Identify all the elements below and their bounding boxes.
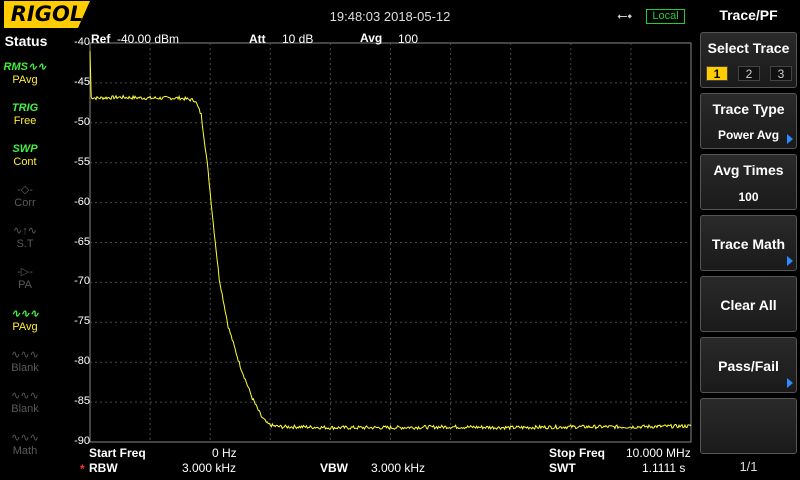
start-freq-value: 0 Hz bbox=[212, 446, 237, 460]
stop-freq-value: 10.000 MHz bbox=[626, 446, 691, 460]
att-label: Att bbox=[249, 32, 266, 46]
vbw-label: VBW bbox=[320, 461, 348, 475]
clear-all-button[interactable]: Clear All bbox=[700, 276, 797, 332]
vbw-value: 3.000 kHz bbox=[371, 461, 426, 475]
trace-1-line bbox=[89, 50, 692, 431]
submenu-arrow-icon bbox=[787, 256, 793, 266]
select-trace-label: Select Trace bbox=[707, 40, 790, 56]
y-tick-label: -75 bbox=[74, 315, 90, 328]
trace-type-button[interactable]: Trace Type Power Avg bbox=[700, 93, 797, 149]
menu-title: Trace/PF bbox=[719, 7, 778, 23]
swt-value: 1.1111 s bbox=[642, 461, 686, 475]
y-tick-label: -65 bbox=[74, 235, 90, 248]
trace-type-value: Power Avg bbox=[717, 128, 780, 142]
avg-label: Avg bbox=[360, 31, 383, 45]
avg-times-button[interactable]: Avg Times 100 bbox=[700, 154, 797, 210]
trace-2-option[interactable]: 2 bbox=[738, 66, 760, 81]
ref-label: Ref bbox=[91, 32, 111, 46]
submenu-arrow-icon bbox=[787, 134, 793, 144]
avg-value: 100 bbox=[398, 32, 419, 46]
y-tick-label: -85 bbox=[74, 395, 90, 408]
trace-math-button[interactable]: Trace Math bbox=[700, 215, 797, 271]
y-tick-label: -50 bbox=[74, 115, 90, 128]
y-tick-label: -80 bbox=[74, 355, 90, 368]
pass-fail-button[interactable]: Pass/Fail bbox=[700, 337, 797, 393]
avg-times-label: Avg Times bbox=[713, 162, 784, 178]
y-tick-label: -70 bbox=[74, 275, 90, 288]
swt-label: SWT bbox=[549, 461, 576, 475]
rbw-value: 3.000 kHz bbox=[182, 461, 237, 475]
stop-freq-label: Stop Freq bbox=[549, 446, 605, 460]
avg-times-value: 100 bbox=[738, 190, 759, 204]
y-tick-label: -90 bbox=[74, 435, 90, 447]
empty-softkey[interactable] bbox=[700, 398, 797, 454]
y-tick-label: -45 bbox=[74, 75, 90, 88]
clear-all-label: Clear All bbox=[720, 297, 777, 313]
y-tick-label: -60 bbox=[74, 195, 90, 208]
rbw-asterisk: * bbox=[80, 462, 85, 476]
ref-value: -40.00 dBm bbox=[117, 32, 180, 46]
trace-math-label: Trace Math bbox=[711, 236, 786, 252]
y-tick-label: -40 bbox=[74, 36, 90, 48]
y-tick-label: -55 bbox=[74, 155, 90, 168]
select-trace-button[interactable]: Select Trace 1 2 3 bbox=[700, 32, 797, 88]
trace-1-option[interactable]: 1 bbox=[706, 66, 728, 81]
submenu-arrow-icon bbox=[787, 378, 793, 388]
page-indicator: 1/1 bbox=[739, 459, 758, 474]
start-freq-label: Start Freq bbox=[89, 446, 146, 460]
rbw-label: RBW bbox=[89, 461, 118, 475]
pass-fail-label: Pass/Fail bbox=[718, 358, 779, 374]
trace-3-option[interactable]: 3 bbox=[770, 66, 792, 81]
trace-type-label: Trace Type bbox=[712, 101, 785, 117]
spectrum-plot[interactable] bbox=[0, 0, 697, 480]
att-value: 10 dB bbox=[282, 32, 314, 46]
